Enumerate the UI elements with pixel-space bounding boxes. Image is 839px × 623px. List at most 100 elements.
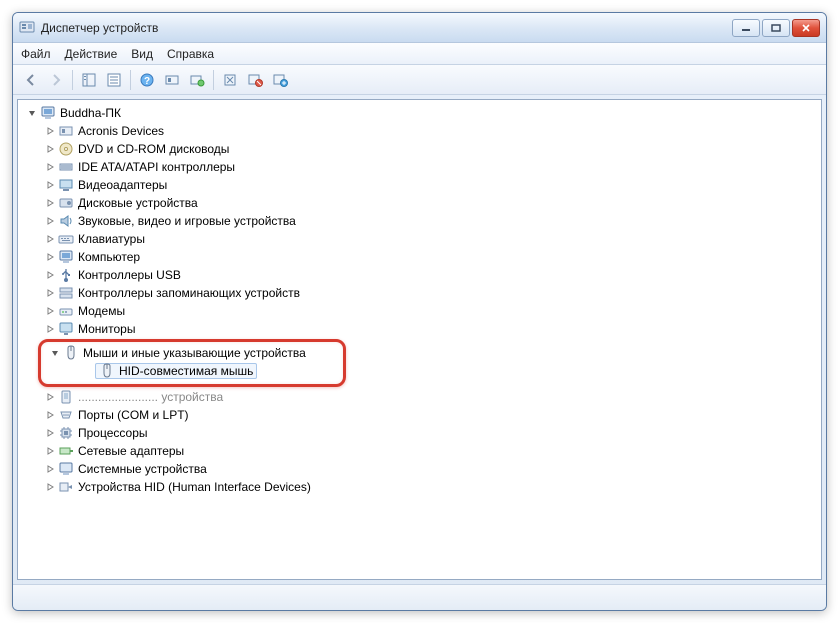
tree-node-label: HID-совместимая мышь (119, 362, 253, 380)
disc-icon (58, 141, 74, 157)
minimize-button[interactable] (732, 19, 760, 37)
modem-icon (58, 303, 74, 319)
show-hide-tree-button[interactable] (77, 68, 101, 92)
expand-icon[interactable] (44, 445, 56, 457)
tree-node-mouse[interactable]: Мыши и иные указывающие устройства (43, 344, 341, 362)
expand-icon[interactable] (44, 391, 56, 403)
toolbar-separator (213, 70, 214, 90)
window-controls (732, 19, 820, 37)
tree-node-label: Контроллеры запоминающих устройств (78, 284, 300, 302)
port-icon (58, 407, 74, 423)
expand-icon[interactable] (44, 215, 56, 227)
expand-icon[interactable] (44, 125, 56, 137)
close-button[interactable] (792, 19, 820, 37)
tree-node-label: Мониторы (78, 320, 135, 338)
tree-root[interactable]: Buddha-ПК (20, 104, 819, 122)
tree-node-label: DVD и CD-ROM дисководы (78, 140, 229, 158)
controller-icon (58, 159, 74, 175)
device-manager-window: Диспетчер устройств Файл Действие Вид Сп… (12, 12, 827, 611)
tree-node-dvd[interactable]: DVD и CD-ROM дисководы (20, 140, 819, 158)
tree-node-label: Сетевые адаптеры (78, 442, 184, 460)
tree-node-label: Мыши и иные указывающие устройства (83, 344, 306, 362)
tree-node-label: IDE ATA/ATAPI контроллеры (78, 158, 235, 176)
expand-icon[interactable] (44, 143, 56, 155)
titlebar: Диспетчер устройств (13, 13, 826, 43)
expand-icon[interactable] (44, 161, 56, 173)
expand-icon[interactable] (44, 481, 56, 493)
network-adapter-icon (58, 443, 74, 459)
tree-node-acronis[interactable]: Acronis Devices (20, 122, 819, 140)
menu-file[interactable]: Файл (21, 47, 51, 61)
hid-icon (58, 479, 74, 495)
statusbar (13, 584, 826, 610)
tree-node-usb[interactable]: Контроллеры USB (20, 266, 819, 284)
collapse-icon[interactable] (49, 347, 61, 359)
portable-device-icon (58, 389, 74, 405)
expand-icon[interactable] (44, 197, 56, 209)
menubar: Файл Действие Вид Справка (13, 43, 826, 65)
back-button[interactable] (19, 68, 43, 92)
menu-view[interactable]: Вид (131, 47, 153, 61)
svg-text:?: ? (144, 76, 150, 87)
menu-action[interactable]: Действие (65, 47, 118, 61)
tree-root-label: Buddha-ПК (60, 104, 121, 122)
expand-icon[interactable] (44, 463, 56, 475)
tree-node-storage[interactable]: Контроллеры запоминающих устройств (20, 284, 819, 302)
properties-button[interactable] (102, 68, 126, 92)
expand-icon[interactable] (44, 233, 56, 245)
expander-placeholder: · (81, 365, 93, 377)
tree-node-disk[interactable]: Дисковые устройства (20, 194, 819, 212)
uninstall-button[interactable] (218, 68, 242, 92)
mouse-icon (99, 363, 115, 379)
tree-node-ide[interactable]: IDE ATA/ATAPI контроллеры (20, 158, 819, 176)
tree-node-portable[interactable]: ........................ устройства (20, 388, 819, 406)
expand-icon[interactable] (44, 305, 56, 317)
help-button[interactable]: ? (135, 68, 159, 92)
tree-node-mouse-hid[interactable]: · HID-совместимая мышь (43, 362, 341, 380)
enable-button[interactable] (268, 68, 292, 92)
tree-node-keyboard[interactable]: Клавиатуры (20, 230, 819, 248)
window-title: Диспетчер устройств (41, 21, 158, 35)
tree-node-label: Acronis Devices (78, 122, 164, 140)
highlight-annotation: Мыши и иные указывающие устройства · HID… (38, 339, 346, 387)
expand-icon[interactable] (44, 409, 56, 421)
tree-node-modem[interactable]: Модемы (20, 302, 819, 320)
tree-node-label: Системные устройства (78, 460, 207, 478)
tree-node-label: Звуковые, видео и игровые устройства (78, 212, 296, 230)
tree-node-computer[interactable]: Компьютер (20, 248, 819, 266)
tree-node-sound[interactable]: Звуковые, видео и игровые устройства (20, 212, 819, 230)
monitor-icon (58, 321, 74, 337)
tree-node-label: Контроллеры USB (78, 266, 181, 284)
tree-node-video[interactable]: Видеоадаптеры (20, 176, 819, 194)
tree-node-ports[interactable]: Порты (COM и LPT) (20, 406, 819, 424)
tree-node-monitor[interactable]: Мониторы (20, 320, 819, 338)
expand-icon[interactable] (44, 269, 56, 281)
toolbar-separator (72, 70, 73, 90)
tree-node-hid[interactable]: Устройства HID (Human Interface Devices) (20, 478, 819, 496)
update-driver-button[interactable] (185, 68, 209, 92)
keyboard-icon (58, 231, 74, 247)
expand-icon[interactable] (44, 427, 56, 439)
speaker-icon (58, 213, 74, 229)
tree-node-cpu[interactable]: Процессоры (20, 424, 819, 442)
scan-hardware-button[interactable] (160, 68, 184, 92)
expand-icon[interactable] (44, 251, 56, 263)
computer-icon (40, 105, 56, 121)
usb-icon (58, 267, 74, 283)
tree-node-label: Модемы (78, 302, 125, 320)
menu-help[interactable]: Справка (167, 47, 214, 61)
tree-node-network[interactable]: Сетевые адаптеры (20, 442, 819, 460)
storage-controller-icon (58, 285, 74, 301)
toolbar: ? (13, 65, 826, 95)
expand-icon[interactable] (44, 287, 56, 299)
tree-node-label: Порты (COM и LPT) (78, 406, 189, 424)
tree-node-label: Устройства HID (Human Interface Devices) (78, 478, 311, 496)
collapse-icon[interactable] (26, 107, 38, 119)
forward-button[interactable] (44, 68, 68, 92)
disable-button[interactable] (243, 68, 267, 92)
expand-icon[interactable] (44, 323, 56, 335)
tree-node-system[interactable]: Системные устройства (20, 460, 819, 478)
expand-icon[interactable] (44, 179, 56, 191)
maximize-button[interactable] (762, 19, 790, 37)
device-tree[interactable]: Buddha-ПК Acronis Devices DVD и CD-ROM д… (18, 100, 821, 579)
